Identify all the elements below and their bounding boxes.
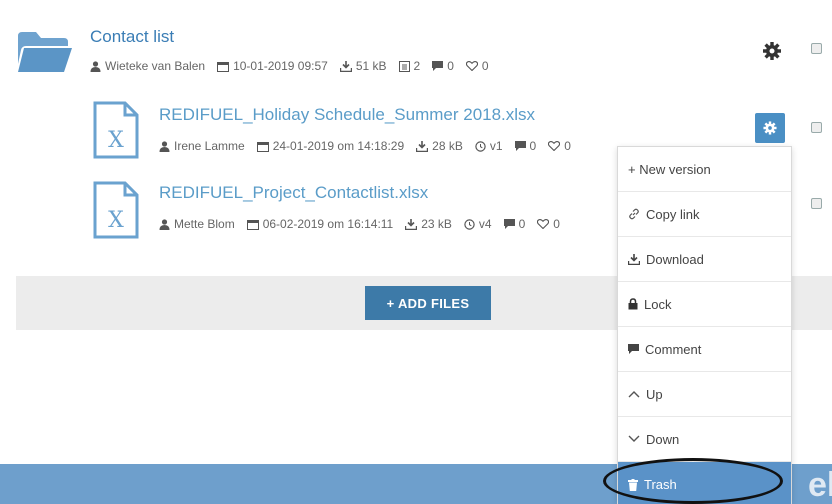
folder-likes: 0 — [465, 59, 489, 73]
file-likes: 0 — [548, 139, 571, 153]
folder-date: 10-01-2019 09:57 — [217, 59, 328, 73]
file-comments: 0 — [514, 139, 536, 153]
menu-item-new-version[interactable]: + New version — [618, 147, 791, 192]
file-title[interactable]: REDIFUEL_Project_Contactlist.xlsx — [159, 183, 428, 203]
calendar-icon — [246, 219, 259, 230]
comment-icon — [514, 141, 526, 151]
heart-icon — [548, 141, 561, 151]
footer-text: el — [808, 466, 832, 504]
link-icon — [629, 208, 639, 220]
excel-file-icon: X — [93, 181, 139, 239]
file-gear-button[interactable] — [755, 113, 785, 143]
lock-icon — [628, 298, 638, 310]
file-version: v1 — [475, 139, 503, 153]
gear-icon — [763, 121, 777, 135]
folder-size: 51 kB — [339, 59, 387, 73]
menu-item-download[interactable]: Download — [618, 237, 791, 282]
calendar-icon — [217, 61, 230, 72]
file-meta: Irene Lamme 24-01-2019 om 14:18:29 28 kB… — [159, 139, 583, 153]
download-icon — [405, 218, 418, 230]
document-icon — [398, 60, 410, 72]
file-checkbox[interactable] — [811, 198, 822, 209]
file-version: v4 — [464, 217, 492, 231]
add-files-button[interactable]: + ADD FILES — [365, 286, 491, 320]
download-icon — [416, 140, 429, 152]
user-icon — [159, 218, 170, 230]
svg-text:X: X — [108, 208, 124, 233]
file-author: Mette Blom — [159, 217, 235, 231]
user-icon — [159, 140, 170, 152]
heart-icon — [465, 61, 478, 71]
file-author: Irene Lamme — [159, 139, 245, 153]
folder-icon — [18, 32, 72, 72]
file-comments: 0 — [503, 217, 525, 231]
history-icon — [475, 140, 486, 152]
file-size: 28 kB — [416, 139, 463, 153]
user-icon — [90, 60, 101, 72]
download-icon — [628, 253, 640, 265]
folder-title[interactable]: Contact list — [90, 27, 174, 47]
folder-comments: 0 — [432, 59, 454, 73]
comment-icon — [432, 61, 444, 71]
history-icon — [464, 218, 475, 230]
folder-author: Wieteke van Balen — [90, 59, 205, 73]
excel-file-icon: X — [93, 101, 139, 159]
highlight-circle — [603, 458, 783, 504]
comment-icon — [503, 219, 515, 229]
menu-item-comment[interactable]: Comment — [618, 327, 791, 372]
menu-item-copy-link[interactable]: Copy link — [618, 192, 791, 237]
svg-text:X: X — [108, 128, 124, 153]
file-title[interactable]: REDIFUEL_Holiday Schedule_Summer 2018.xl… — [159, 105, 535, 125]
menu-item-up[interactable]: Up — [618, 372, 791, 417]
folder-checkbox[interactable] — [811, 43, 822, 54]
chevron-down-icon — [628, 435, 640, 442]
file-meta: Mette Blom 06-02-2019 om 16:14:11 23 kB … — [159, 217, 572, 231]
folder-files: 2 — [398, 59, 420, 73]
comment-icon — [628, 344, 639, 354]
file-date: 06-02-2019 om 16:14:11 — [246, 217, 393, 231]
folder-meta: Wieteke van Balen 10-01-2019 09:57 51 kB… — [90, 59, 501, 73]
calendar-icon — [256, 141, 269, 152]
file-checkbox[interactable] — [811, 122, 822, 133]
file-likes: 0 — [537, 217, 560, 231]
chevron-up-icon — [628, 391, 640, 398]
menu-item-lock[interactable]: Lock — [618, 282, 791, 327]
menu-item-down[interactable]: Down — [618, 417, 791, 462]
context-menu: + New version Copy link Download Lock Co… — [617, 146, 792, 504]
file-date: 24-01-2019 om 14:18:29 — [256, 139, 404, 153]
heart-icon — [537, 219, 550, 229]
folder-gear-icon[interactable] — [761, 40, 783, 62]
file-size: 23 kB — [405, 217, 452, 231]
download-icon — [339, 60, 352, 72]
